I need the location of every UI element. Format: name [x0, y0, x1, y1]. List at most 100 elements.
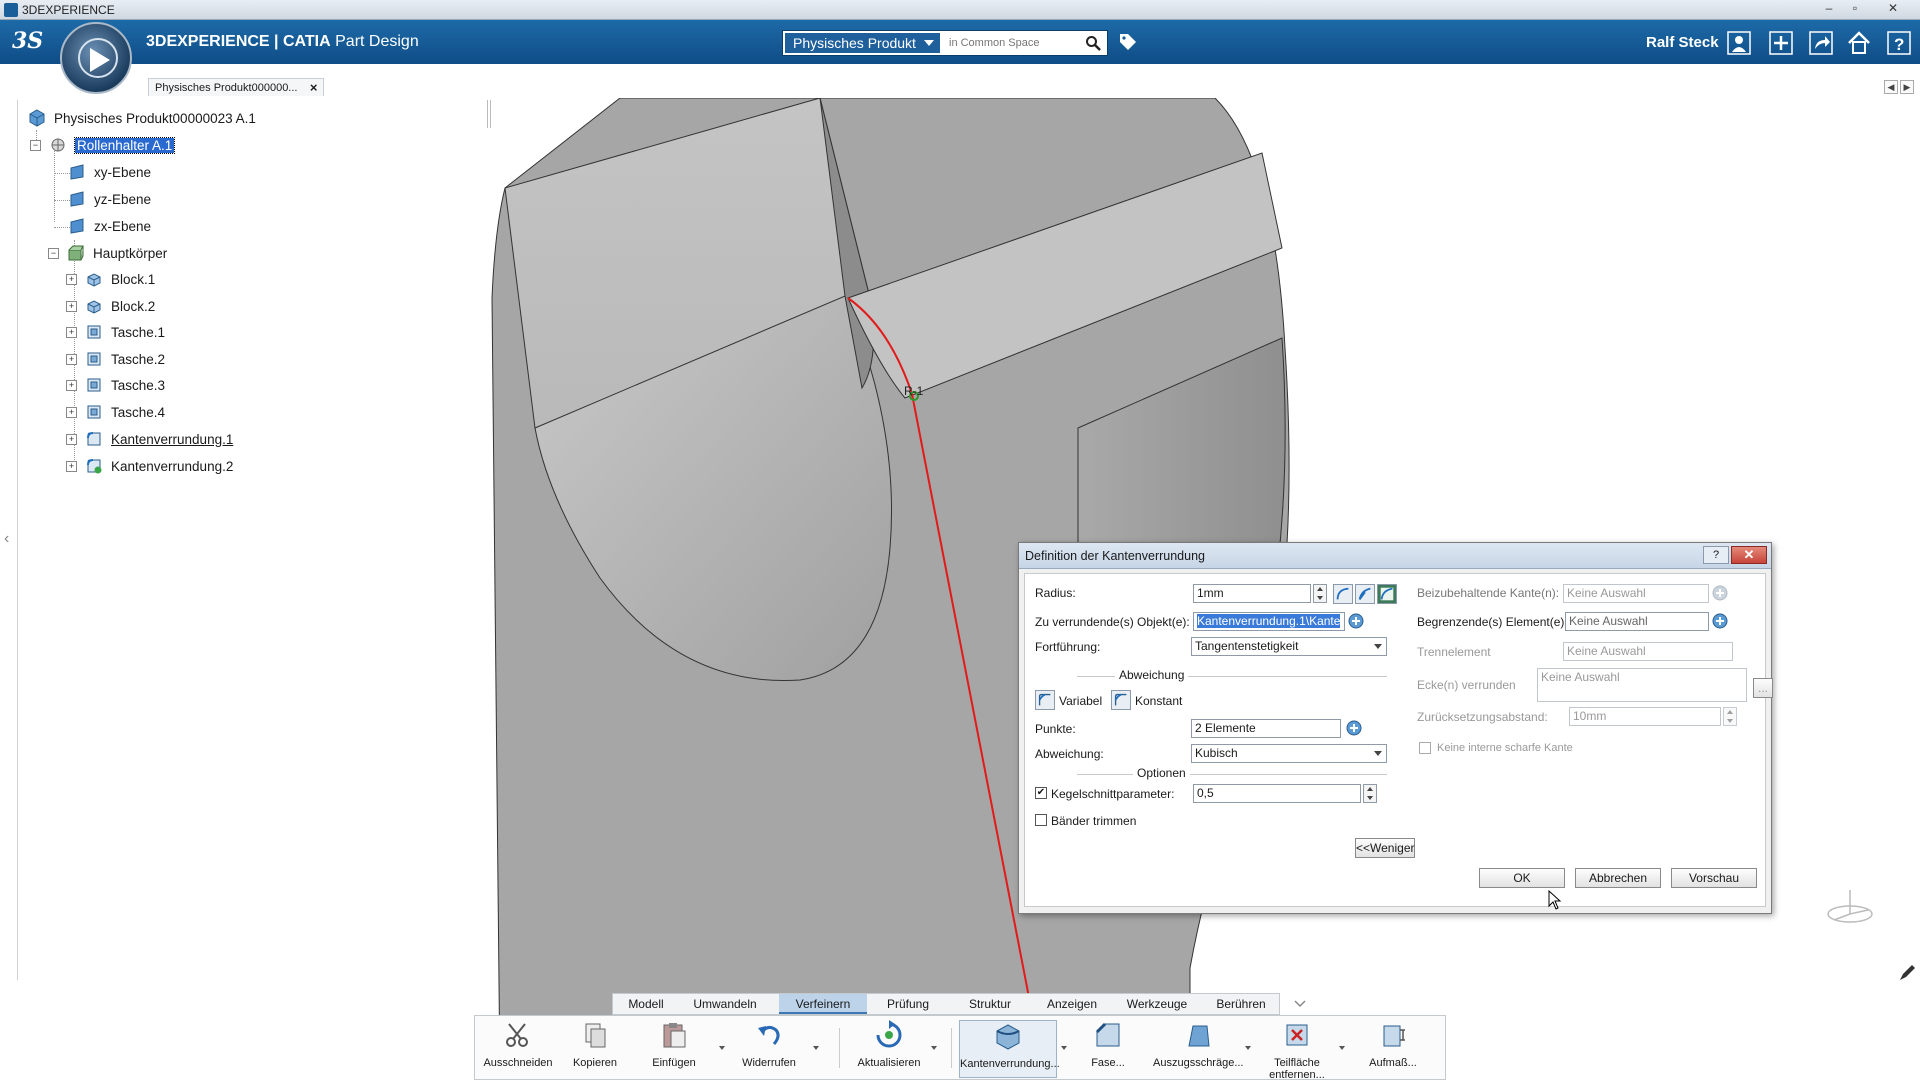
tab-transform[interactable]: Umwandeln	[679, 994, 771, 1014]
chevron-down-icon[interactable]	[813, 1046, 819, 1050]
tree-item-yz-plane[interactable]: yz-Ebene	[68, 188, 151, 210]
tree-item-part[interactable]: − Rollenhalter A.1	[30, 134, 176, 156]
share-icon[interactable]	[1808, 30, 1834, 56]
separator-input[interactable]: Keine Auswahl	[1563, 642, 1733, 661]
collapse-icon[interactable]: −	[48, 247, 59, 259]
chevron-down-icon[interactable]	[719, 1046, 725, 1050]
expand-icon[interactable]: +	[66, 326, 77, 338]
tab-scroll-right-icon[interactable]: ▶	[1900, 80, 1914, 94]
tree-item-feature[interactable]: + Block.2	[66, 295, 155, 317]
expand-icon[interactable]: +	[66, 406, 77, 418]
search-icon[interactable]	[1085, 35, 1101, 51]
paste-button[interactable]: Einfügen	[643, 1020, 705, 1078]
tree-item-zx-plane[interactable]: zx-Ebene	[68, 215, 151, 237]
fillet-mode-variable-icon[interactable]	[1333, 584, 1353, 604]
tree-splitter[interactable]	[487, 100, 491, 128]
trim-ribbons-checkbox[interactable]	[1035, 814, 1047, 826]
chevron-down-icon[interactable]	[1292, 996, 1308, 1012]
tree-item-feature[interactable]: + Kantenverrundung.2	[66, 455, 233, 477]
radius-spinner[interactable]	[1313, 584, 1327, 603]
element-list-icon[interactable]	[1345, 719, 1363, 737]
thickness-button[interactable]: Aufmaß...	[1355, 1020, 1431, 1078]
3d-compass-icon[interactable]	[1822, 880, 1878, 936]
radius-input[interactable]: 1mm	[1193, 584, 1311, 603]
home-icon[interactable]	[1846, 30, 1872, 56]
element-list-icon[interactable]	[1347, 612, 1365, 630]
expand-icon[interactable]: +	[66, 433, 77, 445]
maximize-button[interactable]: ▫	[1842, 1, 1868, 17]
user-profile-icon[interactable]	[1726, 30, 1752, 56]
tab-touch[interactable]: Berühren	[1201, 994, 1281, 1014]
expand-icon[interactable]: +	[66, 460, 77, 472]
tree-item-feature[interactable]: + Tasche.1	[66, 321, 165, 343]
element-list-icon[interactable]	[1711, 612, 1729, 630]
fillet-mode-constant-icon[interactable]	[1377, 584, 1397, 604]
no-internal-sharp-edge-checkbox[interactable]	[1419, 742, 1431, 754]
expand-icon[interactable]: +	[66, 300, 77, 312]
constant-icon[interactable]	[1111, 690, 1131, 710]
minimize-button[interactable]: –	[1816, 1, 1842, 17]
tag-icon[interactable]	[1118, 32, 1138, 52]
undo-button[interactable]: Widerrufen	[733, 1020, 805, 1078]
tree-item-feature[interactable]: + Tasche.3	[66, 374, 165, 396]
tree-item-main-body[interactable]: − Hauptkörper	[48, 242, 167, 264]
tree-item-xy-plane[interactable]: xy-Ebene	[68, 161, 151, 183]
preview-button[interactable]: Vorschau	[1671, 868, 1757, 888]
collapse-icon[interactable]: −	[30, 139, 41, 151]
tab-scroll-left-icon[interactable]: ◀	[1884, 80, 1898, 94]
conic-spinner[interactable]	[1363, 784, 1377, 803]
user-name[interactable]: Ralf Steck	[1646, 34, 1719, 51]
remove-face-button[interactable]: Teilfläche entfernen...	[1259, 1020, 1335, 1080]
variation-select[interactable]: Kubisch	[1191, 744, 1387, 763]
left-panel-collapse[interactable]: ‹	[0, 100, 18, 980]
dialog-close-button[interactable]: ✕	[1731, 546, 1767, 564]
expand-icon[interactable]: +	[66, 379, 77, 391]
dialog-title-bar[interactable]: Definition der Kantenverrundung ? ✕	[1019, 543, 1771, 569]
tab-tools[interactable]: Werkzeuge	[1113, 994, 1201, 1014]
limit-elements-input[interactable]: Keine Auswahl	[1565, 612, 1709, 631]
chevron-down-icon[interactable]	[1061, 1046, 1067, 1050]
document-tab[interactable]: Physisches Produkt000000... ×	[148, 78, 325, 96]
draft-button[interactable]: Auszugsschräge...	[1153, 1020, 1244, 1078]
chevron-down-icon[interactable]	[1339, 1046, 1345, 1050]
update-button[interactable]: Aktualisieren	[849, 1020, 929, 1078]
element-list-icon[interactable]	[1711, 584, 1729, 602]
help-icon[interactable]: ?	[1886, 30, 1912, 56]
chevron-down-icon[interactable]	[1245, 1046, 1251, 1050]
setback-input[interactable]: 10mm	[1569, 707, 1721, 726]
tab-model[interactable]: Modell	[613, 994, 679, 1014]
compass-icon[interactable]	[60, 22, 132, 94]
variable-icon[interactable]	[1035, 690, 1055, 710]
search-input[interactable]	[949, 33, 1077, 53]
expand-icon[interactable]: +	[66, 353, 77, 365]
tree-item-feature[interactable]: + Block.1	[66, 268, 155, 290]
fillet-mode-chordal-icon[interactable]	[1355, 584, 1375, 604]
window-close-button[interactable]: ✕	[1880, 1, 1906, 17]
tab-structure[interactable]: Struktur	[949, 994, 1031, 1014]
keep-edges-input[interactable]: Keine Auswahl	[1563, 584, 1709, 603]
tree-item-root[interactable]: Physisches Produkt00000023 A.1	[28, 107, 256, 129]
less-button[interactable]: <<Weniger	[1355, 838, 1415, 858]
edge-fillet-button[interactable]: Kantenverrundung...	[959, 1020, 1060, 1078]
tab-view[interactable]: Anzeigen	[1031, 994, 1113, 1014]
tab-refine[interactable]: Verfeinern	[779, 994, 867, 1014]
search-scope-dropdown[interactable]: Physisches Produkt	[785, 33, 940, 53]
tree-item-feature[interactable]: + Kantenverrundung.1	[66, 428, 233, 450]
tree-item-feature[interactable]: + Tasche.4	[66, 401, 165, 423]
add-icon[interactable]	[1768, 30, 1794, 56]
points-input[interactable]: 2 Elemente	[1191, 719, 1341, 738]
cancel-button[interactable]: Abbrechen	[1575, 868, 1661, 888]
conic-input[interactable]: 0,5	[1193, 784, 1361, 803]
setback-spinner[interactable]	[1723, 707, 1737, 726]
objects-input[interactable]: Kantenverrundung.1\Kante	[1193, 612, 1345, 631]
chamfer-button[interactable]: Fase...	[1083, 1020, 1133, 1078]
pen-icon[interactable]	[1898, 964, 1916, 982]
conic-checkbox[interactable]: ✔	[1035, 787, 1047, 799]
chevron-down-icon[interactable]	[931, 1046, 937, 1050]
ok-button[interactable]: OK	[1479, 868, 1565, 888]
tab-analysis[interactable]: Prüfung	[867, 994, 949, 1014]
copy-button[interactable]: Kopieren	[565, 1020, 625, 1078]
propagation-select[interactable]: Tangentenstetigkeit	[1191, 637, 1387, 656]
tree-item-feature[interactable]: + Tasche.2	[66, 348, 165, 370]
corners-input[interactable]: Keine Auswahl	[1537, 668, 1747, 702]
